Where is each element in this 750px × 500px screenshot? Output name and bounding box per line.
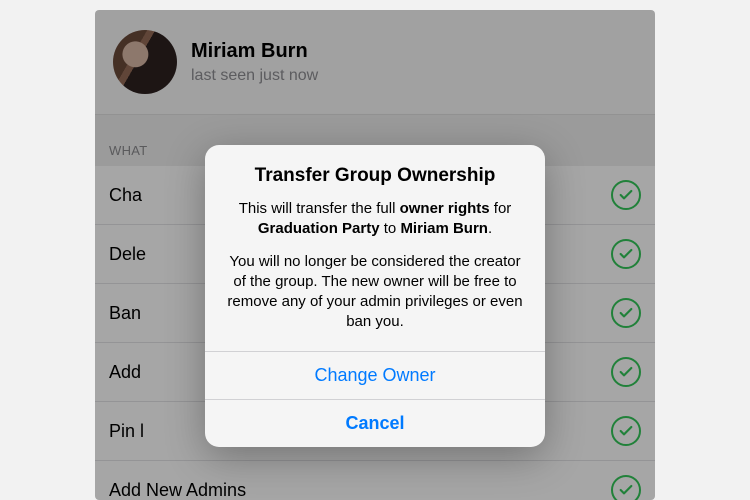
dialog-paragraph: This will transfer the full owner rights…: [223, 199, 527, 240]
change-owner-button[interactable]: Change Owner: [205, 351, 545, 399]
transfer-ownership-dialog: Transfer Group Ownership This will trans…: [205, 145, 545, 447]
dialog-buttons: Change Owner Cancel: [205, 351, 545, 447]
admin-settings-screen: Miriam Burn last seen just now WHAT Cha …: [95, 10, 655, 500]
dialog-content: Transfer Group Ownership This will trans…: [205, 145, 545, 351]
dialog-body: This will transfer the full owner rights…: [223, 199, 527, 333]
cancel-button[interactable]: Cancel: [205, 399, 545, 447]
dialog-title: Transfer Group Ownership: [223, 165, 527, 187]
dialog-paragraph: You will no longer be considered the cre…: [223, 252, 527, 333]
